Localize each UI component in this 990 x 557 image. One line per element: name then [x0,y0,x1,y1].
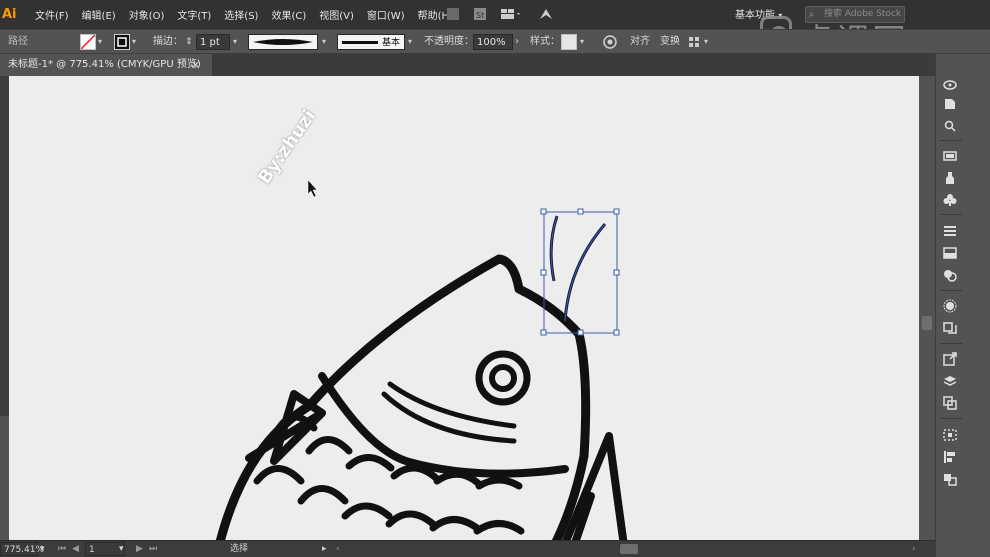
stroke-swatch[interactable] [114,34,130,50]
status-menu-arrow-icon[interactable]: ▸ [322,542,327,556]
mouth-groove-inner-path [387,381,517,429]
scroll-left-icon[interactable]: ‹ [336,542,340,556]
style-label: 样式： [530,36,560,47]
menu-type[interactable]: 文字(T) [177,7,211,22]
fill-dropdown-icon[interactable]: ▾ [98,34,102,50]
arrange-documents-icon[interactable] [500,6,522,22]
clubs-icon[interactable] [942,193,958,207]
menu-file[interactable]: 文件(F) [35,7,69,22]
resize-handle-nw [540,208,547,215]
stroke-dropdown-icon[interactable]: ▾ [132,34,136,50]
symbols-icon[interactable] [942,78,958,92]
brush-stroke-icon [342,41,378,44]
gpu-performance-icon[interactable] [538,6,554,22]
resize-handle-w [540,269,547,276]
menu-select[interactable]: 选择(S) [224,7,258,22]
stock-icon[interactable]: St [473,6,487,22]
stroke-stepper-icon[interactable]: ⇕ [185,34,193,50]
horizontal-scroll-thumb[interactable] [620,544,638,554]
zoom-level-field[interactable]: 775.41% [0,542,44,556]
whisker-path [549,215,607,322]
brush-definition[interactable]: 基本 [337,34,405,50]
transform-link[interactable]: 变换 [660,34,680,50]
vertical-scrollbar[interactable] [919,76,935,540]
illustrator-logo-icon: Ai [2,6,17,22]
properties-icon[interactable] [942,119,958,133]
fish-body-path [215,254,591,540]
eye-inner [489,364,517,392]
menu-lines-icon[interactable] [942,224,958,238]
appearance-icon[interactable] [942,268,958,282]
style-dropdown-icon[interactable]: ▾ [580,34,584,50]
resize-handle-sw [540,329,547,336]
koi-fish-artwork[interactable] [9,76,919,540]
artboard-dropdown-icon[interactable]: ▾ [119,542,124,556]
selected-whisker[interactable] [540,208,620,336]
scroll-right-icon[interactable]: › [912,542,916,556]
close-tab-icon[interactable]: × [191,54,200,76]
brush-dropdown-icon[interactable]: ▾ [408,34,412,50]
artboards-icon[interactable] [942,396,958,410]
opacity-label[interactable]: 不透明度： [424,34,474,50]
zoom-dropdown-icon[interactable]: ▾ [40,542,45,556]
menu-window[interactable]: 窗口(W) [367,7,405,22]
symbol-sprayer-icon[interactable] [942,171,958,185]
resize-handle-s [577,329,584,336]
layers-icon[interactable] [942,374,958,388]
variable-width-profile[interactable] [248,34,318,50]
eye-outer [475,350,531,406]
menu-object[interactable]: 对象(O) [129,7,165,22]
transparency-icon[interactable] [942,246,958,260]
resize-handle-ne [613,208,620,215]
stroke-label[interactable]: 描边： [153,34,183,50]
opacity-arrow-icon[interactable]: › [515,34,519,50]
menu-effect[interactable]: 效果(C) [271,7,306,22]
control-bar: 路径 ▾ ▾ 描边： ⇕ 1 pt ▾ ▾ 基本 ▾ 不透明度： 100% › … [0,29,990,54]
stroke-square-icon [117,37,127,47]
fill-swatch[interactable] [80,34,96,50]
artboard-canvas[interactable]: By:zhuzi [9,76,919,540]
pathfinder-icon[interactable] [942,472,958,486]
svg-text:St: St [476,11,484,20]
width-profile-icon [253,39,313,45]
status-bar: 775.41% ▾ ⏮ ◀ 1 ▾ ▶ ⏭ 选择 ▸ ‹ › [0,540,935,557]
opacity-field[interactable]: 100% [473,34,513,50]
recolor-artwork-icon[interactable] [602,34,618,50]
right-panel-dock [935,54,990,557]
next-artboard-icon[interactable]: ▶ [136,542,143,556]
menu-view[interactable]: 视图(V) [319,7,354,22]
resize-handle-se [613,329,620,336]
isolate-dropdown-icon[interactable]: ▾ [704,34,708,50]
color-guide-icon[interactable] [942,299,958,313]
align-link[interactable]: 对齐 [630,34,650,50]
document-tab[interactable]: 未标题-1* @ 775.41% (CMYK/GPU 预览) × [0,54,212,76]
current-tool-status: 选择 [230,544,249,554]
isolate-object-icon[interactable] [687,34,701,50]
none-fill-icon [80,34,96,50]
libraries-icon[interactable] [942,97,958,111]
scale-row-2-path [253,465,525,535]
export-icon[interactable] [942,352,958,366]
selection-type-label: 路径 [8,36,28,47]
menu-edit[interactable]: 编辑(E) [82,7,116,22]
distribute-icon[interactable] [942,450,958,464]
first-artboard-icon[interactable]: ⏮ [58,542,66,556]
graphic-style-swatch[interactable] [561,34,577,50]
previous-artboard-icon[interactable]: ◀ [72,542,79,556]
bridge-icon[interactable] [446,6,460,22]
align-icon[interactable] [942,428,958,442]
mouse-cursor-icon [307,179,318,198]
stroke-weight-dropdown-icon[interactable]: ▾ [233,34,237,50]
profile-dropdown-icon[interactable]: ▾ [322,34,326,50]
resize-handle-e [613,269,620,276]
document-tab-bar: 未标题-1* @ 775.41% (CMYK/GPU 预览) × [0,54,935,76]
image-trace-icon[interactable] [942,321,958,335]
last-artboard-icon[interactable]: ⏭ [149,542,157,556]
vertical-scroll-thumb[interactable] [922,316,932,330]
stroke-weight-field[interactable]: 1 pt [196,34,230,50]
tools-panel-edge[interactable] [0,76,9,416]
resize-handle-n [577,208,584,215]
gradient-icon[interactable] [942,149,958,163]
